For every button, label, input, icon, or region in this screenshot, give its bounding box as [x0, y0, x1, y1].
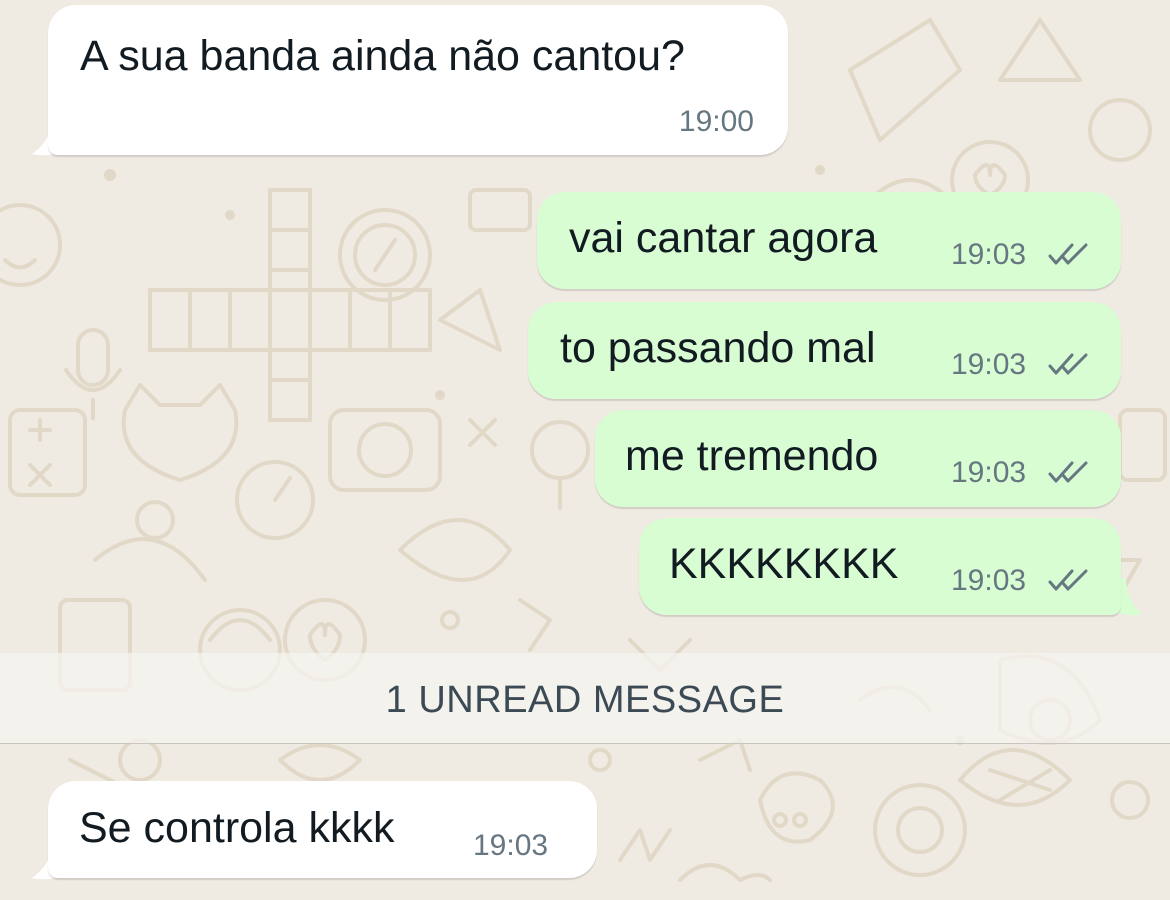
message-text: KKKKKKKK [669, 540, 899, 588]
outgoing-message-bubble[interactable]: vai cantar agora 19:03 [537, 192, 1121, 289]
message-time: 19:00 [678, 105, 754, 138]
double-check-icon [1048, 353, 1088, 375]
message-text: A sua banda ainda não cantou? [80, 32, 685, 80]
unread-label: 1 UNREAD MESSAGE [385, 679, 785, 721]
message-time: 19:03 [951, 456, 1027, 489]
incoming-message-bubble[interactable]: Se controla kkkk 19:03 [48, 781, 597, 878]
message-text: Se controla kkkk [79, 804, 395, 852]
outgoing-message-bubble[interactable]: KKKKKKKK 19:03 [639, 518, 1121, 615]
outgoing-message-bubble[interactable]: to passando mal 19:03 [528, 302, 1121, 399]
message-time: 19:03 [951, 564, 1027, 597]
message-text: vai cantar agora [569, 214, 878, 262]
double-check-icon [1048, 461, 1088, 483]
message-text: me tremendo [625, 432, 879, 480]
double-check-icon [1048, 243, 1088, 265]
message-time: 19:03 [951, 348, 1027, 381]
unread-messages-divider: 1 UNREAD MESSAGE [0, 653, 1170, 744]
double-check-icon [1048, 569, 1088, 591]
message-time: 19:03 [473, 829, 549, 862]
incoming-message-bubble[interactable]: A sua banda ainda não cantou? 19:00 [48, 5, 788, 155]
outgoing-message-bubble[interactable]: me tremendo 19:03 [595, 410, 1121, 507]
message-text: to passando mal [560, 324, 876, 372]
message-time: 19:03 [951, 238, 1027, 271]
